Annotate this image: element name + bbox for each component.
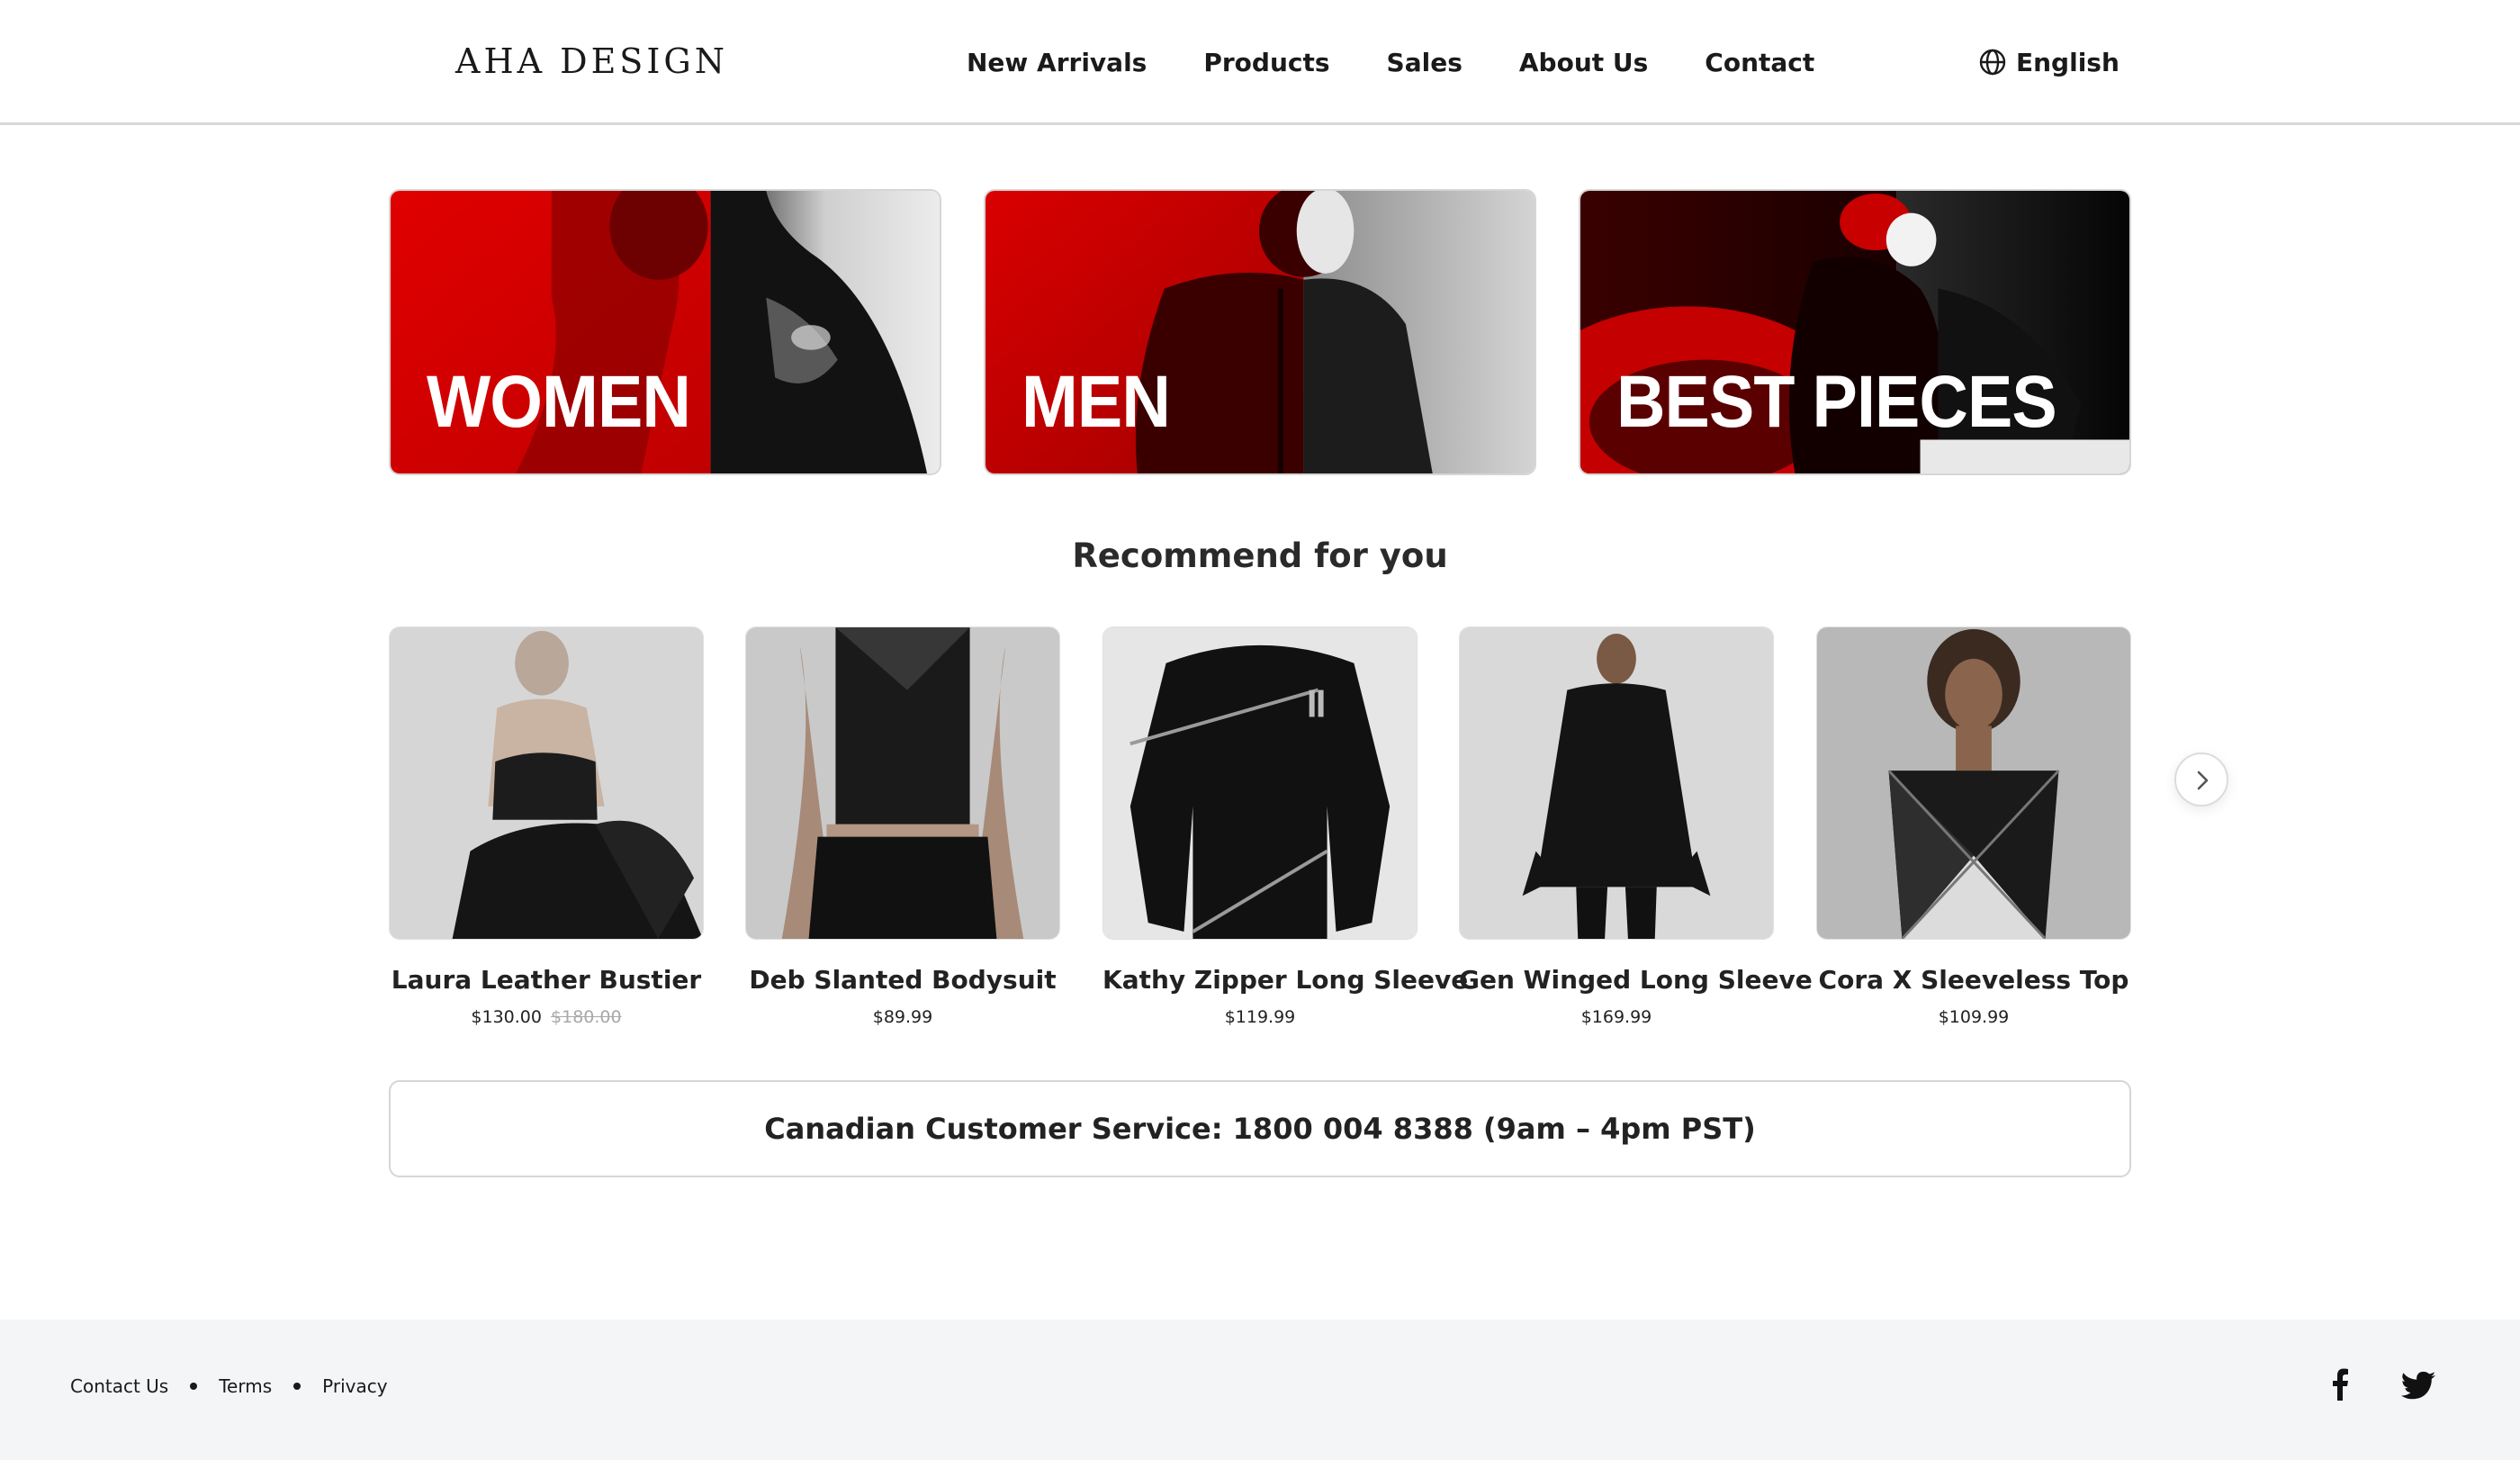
product-price: $119.99 bbox=[1102, 1007, 1418, 1027]
category-men[interactable]: MEN bbox=[984, 189, 1536, 475]
twitter-icon[interactable] bbox=[2401, 1368, 2435, 1401]
product-price: $109.99 bbox=[1816, 1007, 2131, 1027]
language-selector[interactable]: English bbox=[1978, 40, 2120, 85]
current-price: $130.00 bbox=[471, 1007, 542, 1027]
footer-separator bbox=[293, 1383, 302, 1390]
product-image[interactable] bbox=[1459, 626, 1774, 940]
product-name[interactable]: Gen Winged Long Sleeve bbox=[1459, 965, 1813, 995]
product-price: $169.99 bbox=[1459, 1007, 1774, 1027]
language-label: English bbox=[2016, 47, 2120, 77]
footer-link-contact-us[interactable]: Contact Us bbox=[70, 1375, 168, 1397]
product-image[interactable] bbox=[1102, 626, 1418, 940]
category-best-pieces-label: BEST PIECES bbox=[1616, 361, 2057, 443]
carousel-next-button[interactable] bbox=[2174, 753, 2228, 807]
product-price: $130.00 $180.00 bbox=[389, 1007, 704, 1027]
main-nav: New Arrivals Products Sales About Us Con… bbox=[967, 40, 1814, 85]
facebook-icon[interactable] bbox=[2331, 1368, 2349, 1401]
product-name[interactable]: Laura Leather Bustier bbox=[389, 965, 704, 995]
site-footer: Contact Us Terms Privacy bbox=[0, 1320, 2520, 1460]
product-image[interactable] bbox=[1816, 626, 2131, 940]
current-price: $119.99 bbox=[1224, 1007, 1296, 1027]
product-image[interactable] bbox=[389, 626, 704, 940]
product-card[interactable]: Laura Leather Bustier $130.00 $180.00 bbox=[389, 626, 704, 1027]
product-card[interactable]: Cora X Sleeveless Top $109.99 bbox=[1816, 626, 2131, 1027]
site-logo[interactable]: AHA DESIGN bbox=[455, 36, 728, 86]
current-price: $89.99 bbox=[872, 1007, 933, 1027]
category-men-label: MEN bbox=[1022, 361, 1171, 443]
footer-link-privacy[interactable]: Privacy bbox=[322, 1375, 387, 1397]
product-name[interactable]: Deb Slanted Bodysuit bbox=[745, 965, 1060, 995]
category-best-pieces[interactable]: BEST PIECES bbox=[1579, 189, 2131, 475]
current-price: $169.99 bbox=[1580, 1007, 1652, 1027]
category-banners: WOMEN MEN BEST PIECES bbox=[389, 189, 2131, 477]
product-price: $89.99 bbox=[745, 1007, 1060, 1027]
nav-item-products[interactable]: Products bbox=[1203, 48, 1329, 77]
category-women[interactable]: WOMEN bbox=[389, 189, 941, 475]
footer-separator bbox=[190, 1383, 198, 1390]
globe-icon bbox=[1978, 48, 2007, 77]
product-name[interactable]: Kathy Zipper Long Sleeve bbox=[1102, 965, 1468, 995]
footer-link-terms[interactable]: Terms bbox=[219, 1375, 272, 1397]
product-name[interactable]: Cora X Sleeveless Top bbox=[1816, 965, 2131, 995]
nav-item-contact[interactable]: Contact bbox=[1705, 48, 1814, 77]
footer-links: Contact Us Terms Privacy bbox=[70, 1375, 388, 1397]
product-image[interactable] bbox=[745, 626, 1060, 940]
nav-item-sales[interactable]: Sales bbox=[1387, 48, 1462, 77]
current-price: $109.99 bbox=[1938, 1007, 2010, 1027]
site-header: AHA DESIGN New Arrivals Products Sales A… bbox=[0, 0, 2520, 125]
chevron-right-icon bbox=[2197, 771, 2209, 790]
product-card[interactable]: Gen Winged Long Sleeve $169.99 bbox=[1459, 626, 1813, 1027]
customer-service-banner: Canadian Customer Service: 1800 004 8388… bbox=[389, 1080, 2131, 1177]
category-women-label: WOMEN bbox=[427, 361, 691, 443]
product-card[interactable]: Deb Slanted Bodysuit $89.99 bbox=[745, 626, 1060, 1027]
recommend-title: Recommend for you bbox=[1072, 536, 1448, 575]
nav-item-about-us[interactable]: About Us bbox=[1519, 48, 1648, 77]
product-card[interactable]: Kathy Zipper Long Sleeve $119.99 bbox=[1102, 626, 1468, 1027]
nav-item-new-arrivals[interactable]: New Arrivals bbox=[967, 48, 1147, 77]
original-price: $180.00 bbox=[551, 1007, 622, 1027]
